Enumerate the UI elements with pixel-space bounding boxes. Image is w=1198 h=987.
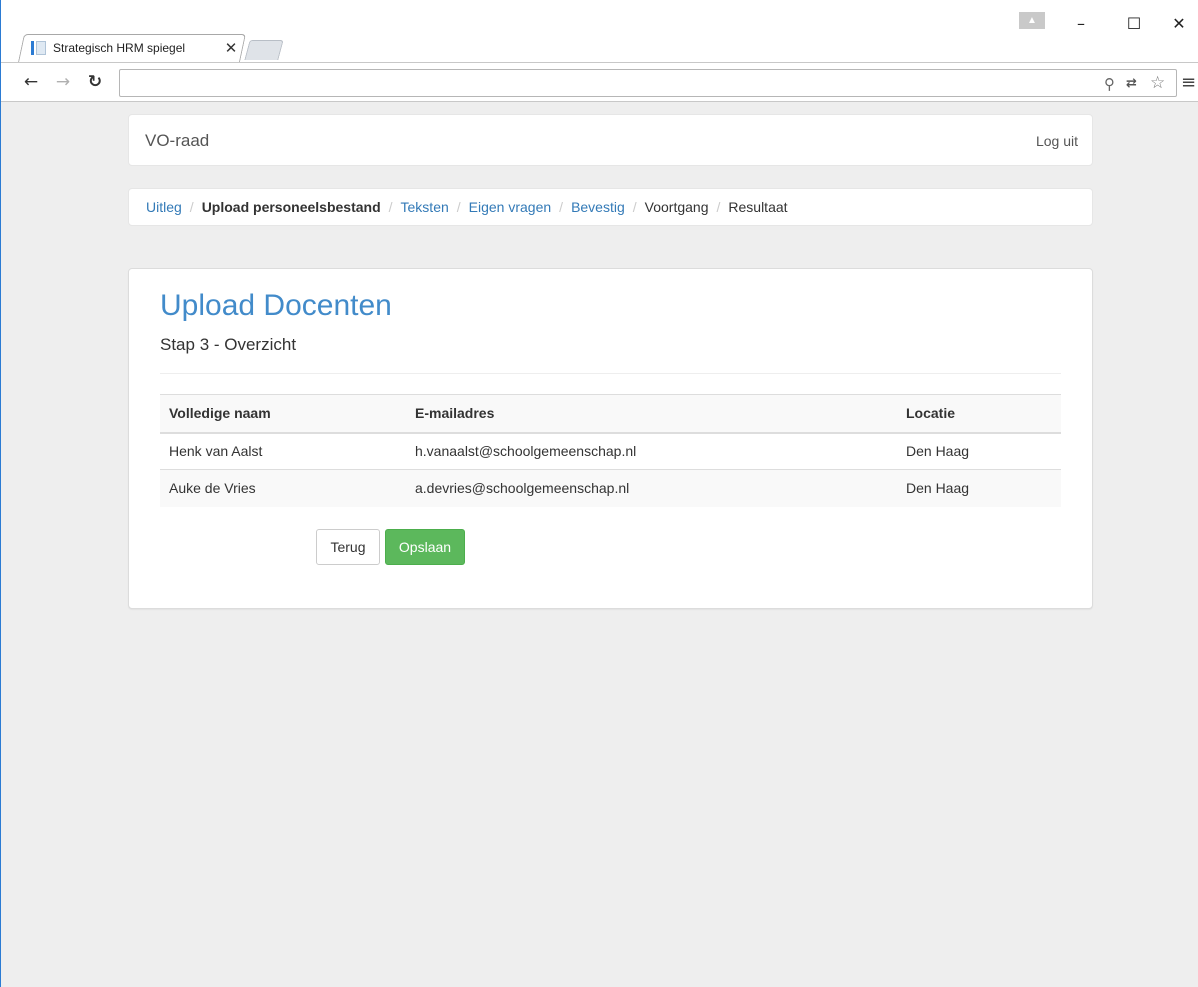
cell-location: Den Haag bbox=[897, 432, 1061, 470]
minimize-button[interactable]: – bbox=[1066, 14, 1096, 36]
reload-icon[interactable]: ↻ bbox=[85, 72, 105, 92]
top-navbar: VO-raad Log uit bbox=[128, 114, 1093, 166]
page-subtitle: Stap 3 - Overzicht bbox=[160, 335, 297, 354]
table-header-row: Volledige naam E-mailadres Locatie bbox=[160, 394, 1061, 434]
new-tab-button[interactable] bbox=[244, 40, 284, 60]
breadcrumb: Uitleg / Upload personeelsbestand / Teksten /… bbox=[128, 188, 1093, 226]
table-row: Auke de Vries a.devries@schoolgemeenscha… bbox=[160, 469, 1061, 507]
browser-window: Strategisch HRM spiegel ✕ ▲ – ☐ ✕ ← → ↻ … bbox=[0, 0, 1198, 987]
header-full-name: Volledige naam bbox=[160, 394, 406, 434]
upload-panel: Upload Docenten Stap 3 - Overzicht Volle… bbox=[128, 268, 1093, 609]
staff-table: Volledige naam E-mailadres Locatie Henk … bbox=[160, 394, 1061, 507]
zoom-icon[interactable]: ⚲ bbox=[1104, 75, 1115, 93]
header-location: Locatie bbox=[897, 394, 1061, 434]
cell-full-name: Henk van Aalst bbox=[160, 432, 406, 470]
cell-full-name: Auke de Vries bbox=[160, 469, 406, 507]
profile-icon[interactable]: ▲ bbox=[1019, 12, 1045, 29]
close-window-button[interactable]: ✕ bbox=[1164, 14, 1194, 36]
breadcrumb-separator: / bbox=[189, 199, 194, 215]
breadcrumb-item-bevestig[interactable]: Bevestig bbox=[571, 199, 625, 215]
tab-close-icon[interactable]: ✕ bbox=[223, 39, 239, 57]
logout-link[interactable]: Log uit bbox=[1036, 133, 1078, 149]
header-email: E-mailadres bbox=[406, 394, 897, 434]
maximize-button[interactable]: ☐ bbox=[1119, 14, 1149, 36]
breadcrumb-item-eigen-vragen[interactable]: Eigen vragen bbox=[469, 199, 552, 215]
table-row: Henk van Aalst h.vanaalst@schoolgemeensc… bbox=[160, 432, 1061, 470]
cell-email: h.vanaalst@schoolgemeenschap.nl bbox=[406, 432, 897, 470]
breadcrumb-separator: / bbox=[559, 199, 564, 215]
forward-arrow-icon[interactable]: → bbox=[53, 72, 73, 92]
page-favicon-icon bbox=[31, 40, 47, 56]
breadcrumb-item-voortgang: Voortgang bbox=[644, 199, 709, 215]
breadcrumb-item-uitleg[interactable]: Uitleg bbox=[146, 199, 182, 215]
brand-logo-text[interactable]: VO-raad bbox=[145, 131, 209, 151]
page-viewport: VO-raad Log uit Uitleg / Upload personeels… bbox=[2, 103, 1198, 987]
menu-icon[interactable]: ≡ bbox=[1181, 72, 1196, 93]
breadcrumb-separator: / bbox=[388, 199, 393, 215]
translate-icon[interactable]: ⇄ bbox=[1126, 76, 1137, 91]
tab-title: Strategisch HRM spiegel bbox=[53, 41, 186, 55]
divider bbox=[160, 373, 1061, 374]
breadcrumb-item-upload-personeelsbestand: Upload personeelsbestand bbox=[201, 199, 381, 215]
title-bar: Strategisch HRM spiegel ✕ ▲ – ☐ ✕ bbox=[1, 0, 1198, 62]
page-title: Upload Docenten bbox=[160, 289, 392, 322]
cell-location: Den Haag bbox=[897, 469, 1061, 507]
breadcrumb-item-teksten[interactable]: Teksten bbox=[401, 199, 449, 215]
breadcrumb-item-resultaat: Resultaat bbox=[728, 199, 788, 215]
breadcrumb-separator: / bbox=[716, 199, 721, 215]
star-icon[interactable]: ☆ bbox=[1150, 73, 1165, 93]
back-button[interactable]: Terug bbox=[316, 529, 380, 565]
breadcrumb-separator: / bbox=[456, 199, 461, 215]
back-arrow-icon[interactable]: ← bbox=[21, 72, 41, 92]
active-tab-content[interactable]: Strategisch HRM spiegel ✕ bbox=[31, 34, 239, 62]
address-bar[interactable]: ⚲ ⇄ ☆ bbox=[119, 69, 1177, 97]
browser-toolbar: ← → ↻ ⚲ ⇄ ☆ ≡ bbox=[1, 62, 1198, 102]
breadcrumb-separator: / bbox=[632, 199, 637, 215]
save-button[interactable]: Opslaan bbox=[385, 529, 465, 565]
cell-email: a.devries@schoolgemeenschap.nl bbox=[406, 469, 897, 507]
